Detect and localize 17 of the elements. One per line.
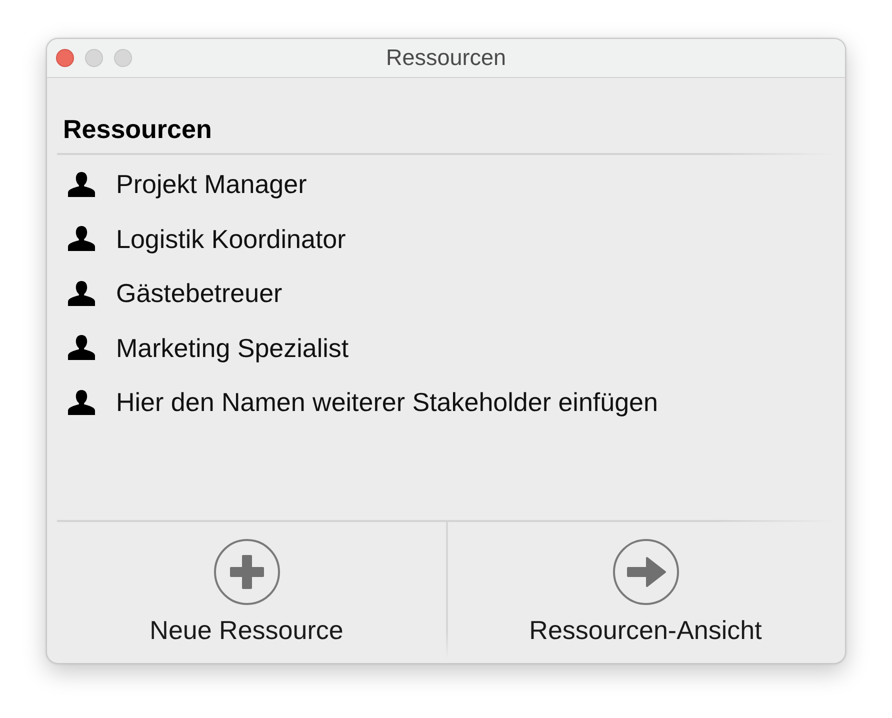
resource-item[interactable]: Logistik Koordinator (116, 224, 346, 254)
person-icon (68, 172, 95, 197)
person-icon (68, 280, 95, 306)
resource-item[interactable]: Gästebetreuer (116, 278, 282, 308)
resource-item[interactable]: Hier den Namen weiterer Stakeholder einfügen (116, 387, 658, 418)
window-title: Ressourcen (386, 45, 506, 71)
new-resource-button[interactable]: Neue Ressource (47, 522, 446, 663)
arrow-circle-icon (612, 539, 678, 605)
plus-circle-icon (214, 539, 280, 605)
person-icon (68, 390, 95, 415)
resource-item[interactable]: Marketing Spezialist (116, 332, 349, 363)
person-icon (68, 226, 95, 252)
resource-view-button[interactable]: Ressourcen-Ansicht (446, 522, 845, 663)
resource-item[interactable]: Projekt Manager (116, 169, 307, 200)
close-button[interactable] (56, 49, 74, 67)
section-heading: Ressourcen (63, 114, 212, 144)
person-icon (68, 335, 95, 360)
